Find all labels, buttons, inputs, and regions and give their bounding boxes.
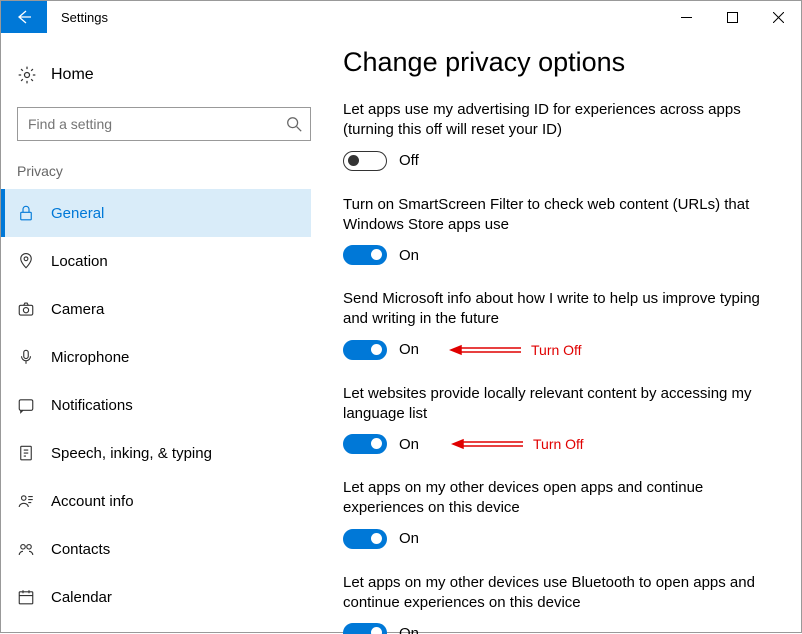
window-title: Settings [47, 10, 108, 25]
gear-icon [17, 65, 37, 85]
annotation-turn-off-2: Turn Off [451, 436, 584, 452]
window-controls [663, 1, 801, 33]
close-button[interactable] [755, 1, 801, 33]
calendar-icon [17, 588, 35, 606]
search-wrap [17, 107, 311, 141]
sidebar-item-camera[interactable]: Camera [1, 285, 311, 333]
location-icon [17, 252, 35, 270]
sidebar-item-account[interactable]: Account info [1, 477, 311, 525]
sidebar-item-calendar[interactable]: Calendar [1, 573, 311, 621]
toggle-bluetooth-apps[interactable] [343, 623, 387, 634]
sidebar-item-microphone[interactable]: Microphone [1, 333, 311, 381]
minimize-button[interactable] [663, 1, 709, 33]
sidebar-item-general[interactable]: General [1, 189, 311, 237]
sidebar-item-label: Account info [51, 493, 134, 510]
toggle-state: On [399, 436, 419, 453]
setting-desc: Let websites provide locally relevant co… [343, 384, 775, 425]
arrow-left-icon [16, 9, 32, 25]
home-label: Home [51, 66, 94, 84]
speech-icon [17, 444, 35, 462]
setting-desc: Let apps on my other devices use Bluetoo… [343, 573, 775, 614]
lock-icon [17, 204, 35, 222]
sidebar-item-label: Speech, inking, & typing [51, 445, 212, 462]
notifications-icon [17, 396, 35, 414]
content: Change privacy options Let apps use my a… [321, 33, 801, 634]
sidebar-item-label: Location [51, 253, 108, 270]
sidebar-item-speech[interactable]: Speech, inking, & typing [1, 429, 311, 477]
setting-smartscreen: Turn on SmartScreen Filter to check web … [343, 195, 775, 266]
toggle-advertising-id[interactable] [343, 151, 387, 171]
arrow-left-anno-icon [449, 342, 521, 358]
setting-typing-info: Send Microsoft info about how I write to… [343, 289, 775, 360]
search-icon [285, 115, 303, 133]
sidebar-item-label: Camera [51, 301, 104, 318]
toggle-typing-info[interactable] [343, 340, 387, 360]
home-button[interactable]: Home [17, 53, 311, 97]
sidebar-item-label: Microphone [51, 349, 129, 366]
page-title: Change privacy options [343, 47, 775, 78]
toggle-state: Off [399, 152, 419, 169]
maximize-button[interactable] [709, 1, 755, 33]
setting-other-devices-apps: Let apps on my other devices open apps a… [343, 478, 775, 549]
annotation-turn-off-1: Turn Off [449, 342, 582, 358]
sidebar: Home Privacy General Location Camera Mic… [1, 33, 321, 634]
group-label: Privacy [17, 163, 311, 179]
contacts-icon [17, 540, 35, 558]
sidebar-item-label: General [51, 205, 104, 222]
setting-desc: Let apps on my other devices open apps a… [343, 478, 775, 519]
setting-desc: Send Microsoft info about how I write to… [343, 289, 775, 330]
setting-language-list: Let websites provide locally relevant co… [343, 384, 775, 455]
search-input[interactable] [17, 107, 311, 141]
setting-desc: Let apps use my advertising ID for exper… [343, 100, 775, 141]
sidebar-item-label: Calendar [51, 589, 112, 606]
arrow-left-anno-icon [451, 436, 523, 452]
close-icon [773, 12, 784, 23]
setting-desc: Turn on SmartScreen Filter to check web … [343, 195, 775, 236]
titlebar: Settings [1, 1, 801, 33]
setting-advertising-id: Let apps use my advertising ID for exper… [343, 100, 775, 171]
sidebar-item-label: Contacts [51, 541, 110, 558]
toggle-language-list[interactable] [343, 434, 387, 454]
account-icon [17, 492, 35, 510]
toggle-other-devices-apps[interactable] [343, 529, 387, 549]
microphone-icon [17, 348, 35, 366]
sidebar-item-location[interactable]: Location [1, 237, 311, 285]
toggle-state: On [399, 341, 419, 358]
toggle-state: On [399, 247, 419, 264]
toggle-state: On [399, 530, 419, 547]
back-button[interactable] [1, 1, 47, 33]
maximize-icon [727, 12, 738, 23]
minimize-icon [681, 12, 692, 23]
sidebar-item-label: Notifications [51, 397, 133, 414]
toggle-smartscreen[interactable] [343, 245, 387, 265]
sidebar-item-contacts[interactable]: Contacts [1, 525, 311, 573]
setting-bluetooth-apps: Let apps on my other devices use Bluetoo… [343, 573, 775, 634]
sidebar-item-notifications[interactable]: Notifications [1, 381, 311, 429]
camera-icon [17, 300, 35, 318]
